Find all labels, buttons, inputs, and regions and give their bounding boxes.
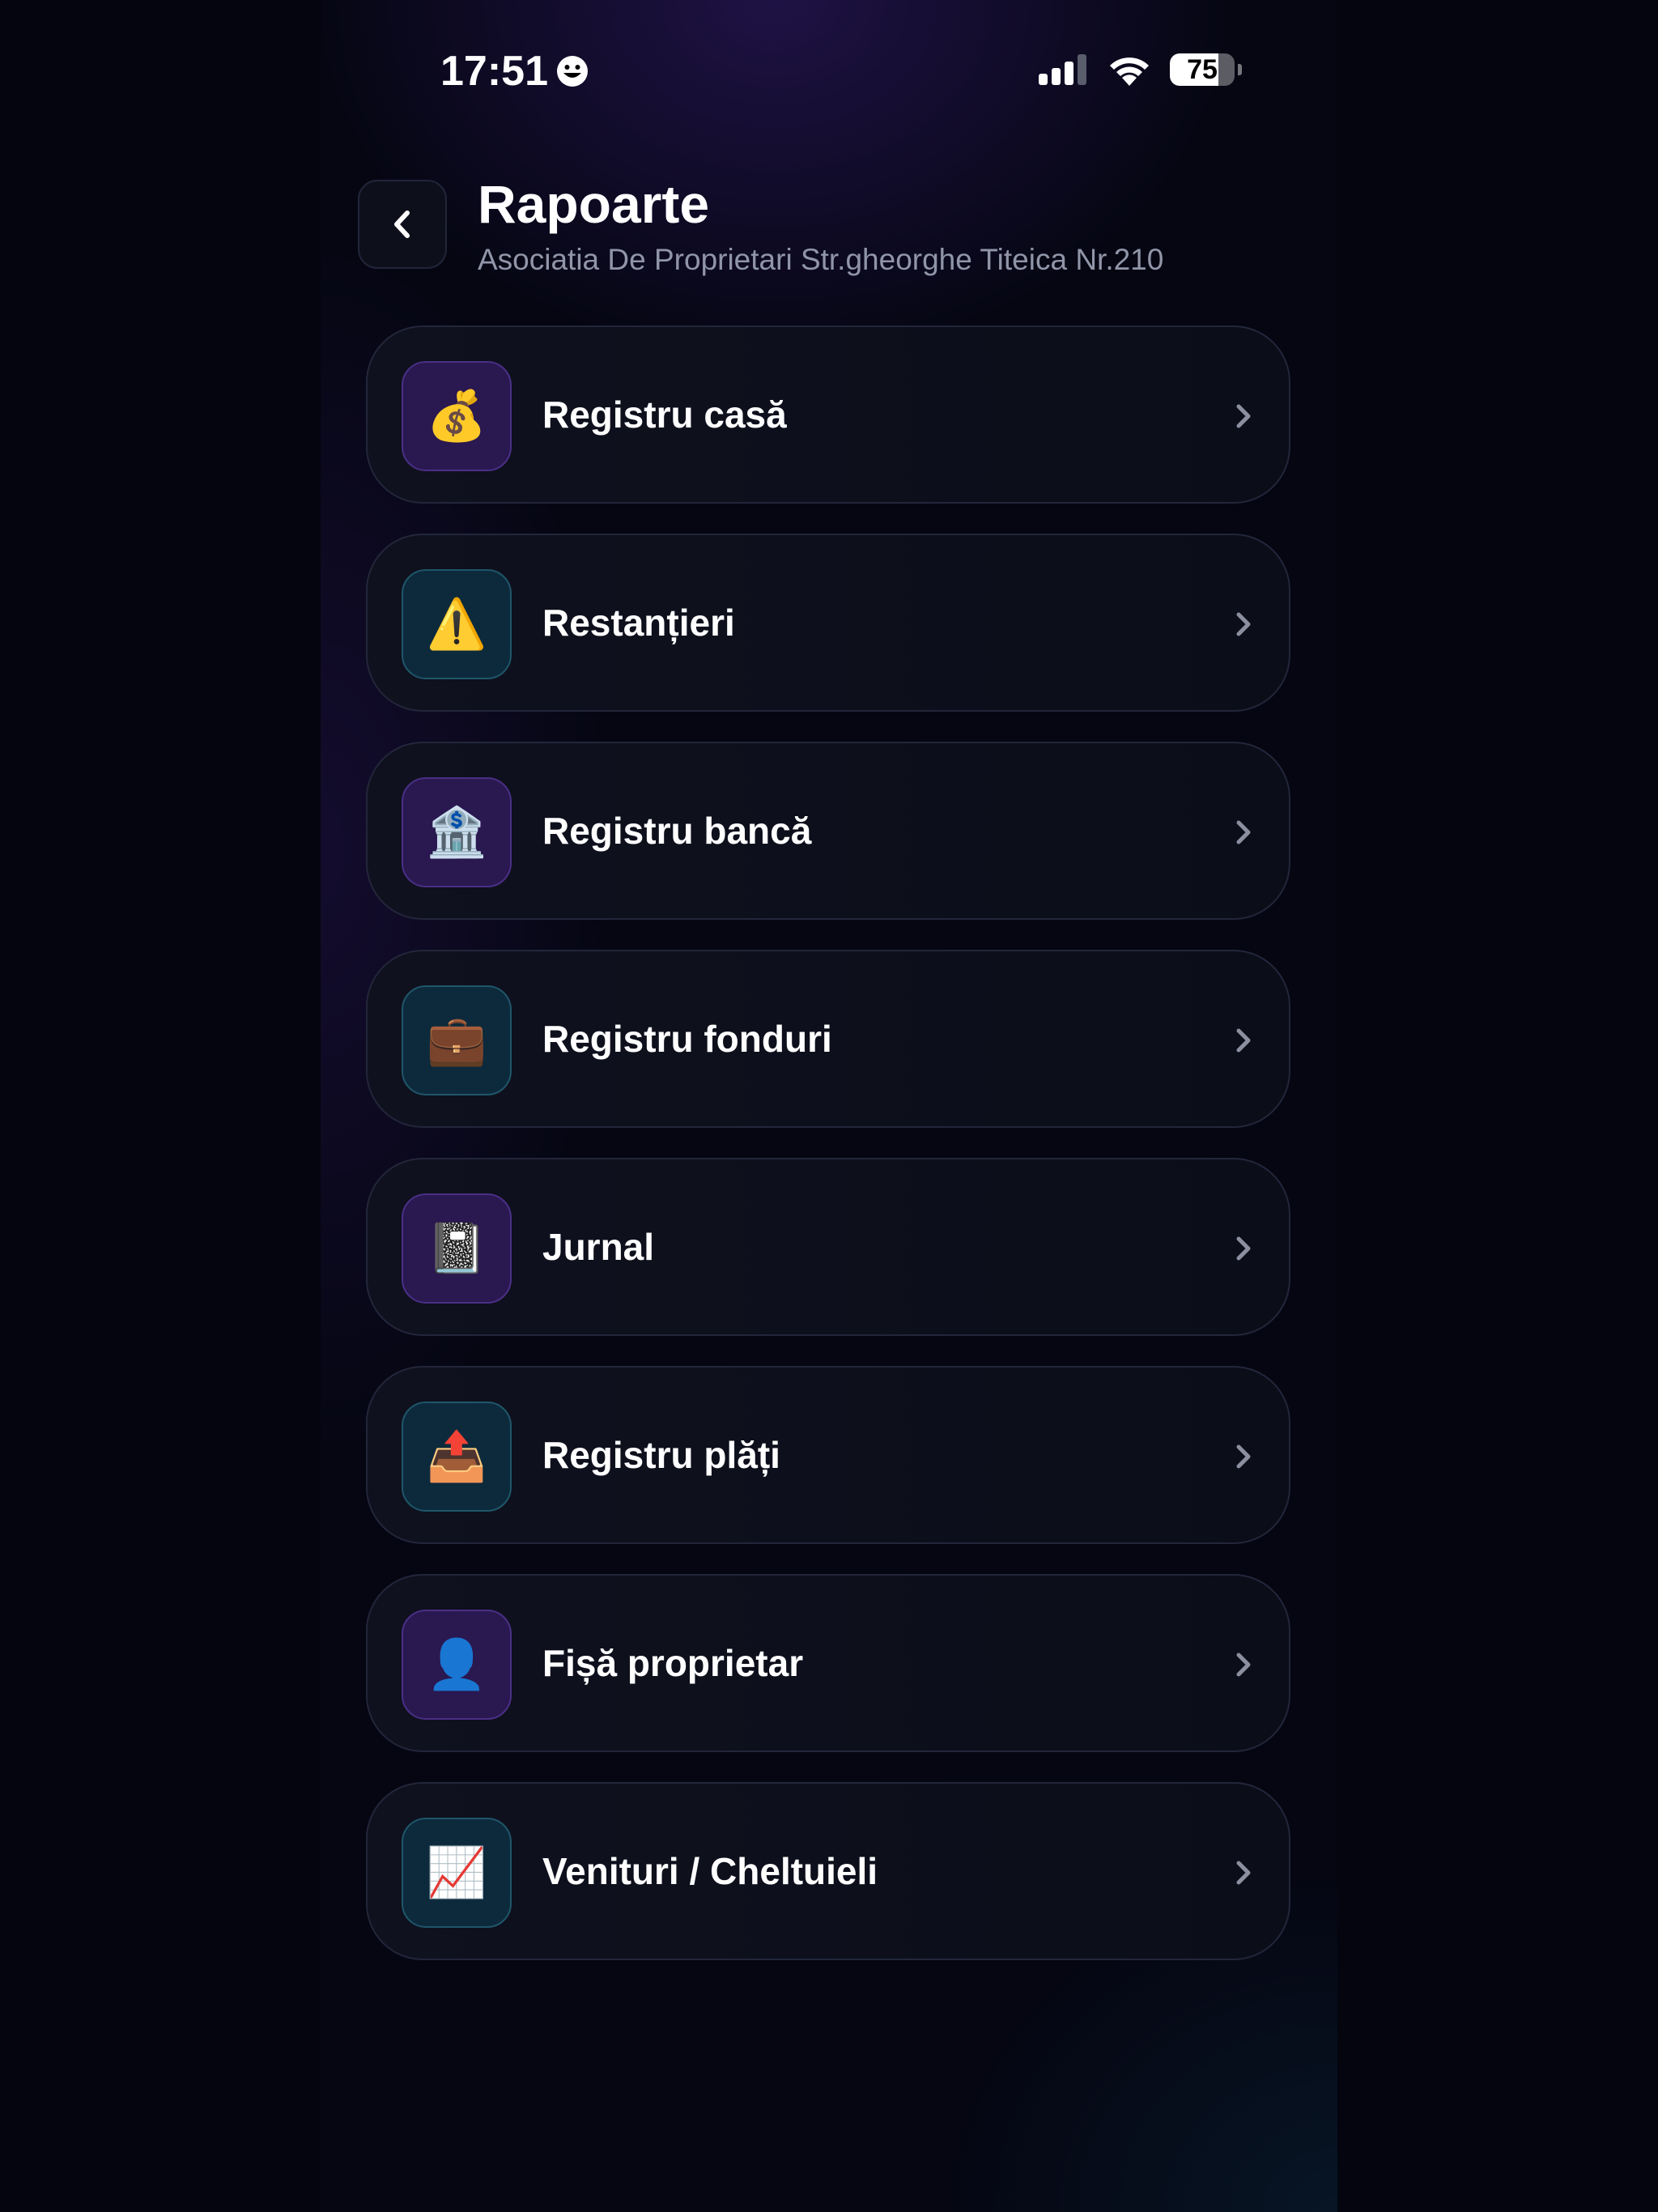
report-item-icon-box: 💼	[402, 985, 512, 1095]
report-item[interactable]: ⚠️ Restanțieri	[366, 534, 1290, 712]
report-item[interactable]: 💰 Registru casă	[366, 325, 1290, 504]
report-item-icon-box: 📈	[402, 1818, 512, 1928]
report-item-label: Venituri / Cheltuieli	[542, 1850, 878, 1892]
clock-text: 17:51	[440, 48, 548, 95]
wifi-icon	[1110, 57, 1149, 86]
report-item-label: Registru bancă	[542, 810, 812, 852]
chevron-right-icon	[1236, 404, 1251, 428]
battery-icon: 75	[1170, 53, 1235, 86]
person-silhouette-icon: 👤	[426, 1636, 487, 1693]
report-item[interactable]: 📓 Jurnal	[366, 1158, 1290, 1336]
report-item-label: Fișă proprietar	[542, 1642, 804, 1684]
report-item-label: Restanțieri	[542, 602, 735, 644]
briefcase-icon: 💼	[426, 1012, 487, 1069]
chevron-right-icon	[1236, 1653, 1251, 1677]
battery-percent: 75	[1187, 53, 1218, 85]
reports-menu: 💰 Registru casă ⚠️ Restanțieri 🏦 Registru ban…	[366, 325, 1290, 1990]
report-item[interactable]: 📤 Registru plăți	[366, 1366, 1290, 1544]
battery-cap	[1238, 64, 1242, 75]
smiley-face-icon	[557, 56, 588, 87]
report-item[interactable]: 🏦 Registru bancă	[366, 742, 1290, 920]
cellular-signal-icon	[1039, 54, 1086, 85]
bank-icon: 🏦	[426, 804, 487, 861]
chart-increasing-icon: 📈	[426, 1844, 487, 1901]
chevron-right-icon	[1236, 1028, 1251, 1053]
page-subtitle: Asociatia De Proprietari Str.gheorghe Ti…	[478, 243, 1164, 276]
report-item[interactable]: 💼 Registru fonduri	[366, 950, 1290, 1128]
chevron-right-icon	[1236, 1861, 1251, 1885]
money-bag-icon: 💰	[426, 388, 487, 445]
status-bar-indicators: 75	[1039, 53, 1242, 86]
report-item-label: Registru fonduri	[542, 1018, 832, 1060]
page-title: Rapoarte	[478, 174, 710, 234]
chevron-right-icon	[1236, 612, 1251, 636]
status-bar-time: 17:51	[440, 47, 589, 96]
report-item-icon-box: 🏦	[402, 777, 512, 887]
report-item-label: Registru casă	[542, 393, 787, 436]
chevron-right-icon	[1236, 1236, 1251, 1261]
report-item-icon-box: 📤	[402, 1402, 512, 1512]
back-button[interactable]	[358, 180, 447, 269]
report-item-icon-box: ⚠️	[402, 569, 512, 679]
chevron-left-icon	[394, 211, 410, 238]
chevron-right-icon	[1236, 1444, 1251, 1469]
report-item-icon-box: 👤	[402, 1610, 512, 1720]
report-item-label: Jurnal	[542, 1226, 655, 1268]
report-item[interactable]: 👤 Fișă proprietar	[366, 1574, 1290, 1752]
app-screen: 17:51 75 Rapoarte Asociatia De Proprieta…	[0, 0, 1658, 2212]
warning-icon: ⚠️	[426, 596, 487, 653]
report-item-label: Registru plăți	[542, 1434, 780, 1476]
chevron-right-icon	[1236, 820, 1251, 844]
outbox-tray-icon: 📤	[426, 1428, 487, 1485]
report-item[interactable]: 📈 Venituri / Cheltuieli	[366, 1782, 1290, 1960]
phone-screen: 17:51 75 Rapoarte Asociatia De Proprieta…	[321, 0, 1337, 2212]
notebook-icon: 📓	[426, 1220, 487, 1277]
report-item-icon-box: 📓	[402, 1193, 512, 1304]
report-item-icon-box: 💰	[402, 361, 512, 471]
